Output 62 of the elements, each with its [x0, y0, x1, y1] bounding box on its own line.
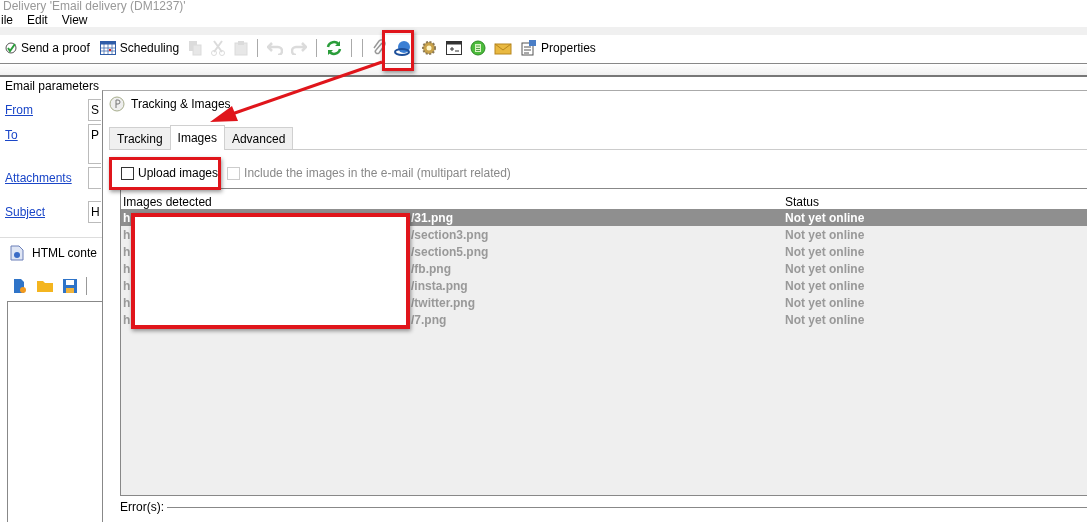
status-cell: Not yet online: [785, 295, 865, 310]
status-cell: Not yet online: [785, 227, 865, 242]
calculator-icon[interactable]: [470, 40, 487, 56]
url-cell: h: [123, 244, 131, 259]
status-cell: Not yet online: [785, 278, 865, 293]
input-field[interactable]: H: [88, 201, 101, 223]
menu-item[interactable]: Edit: [26, 13, 48, 27]
toolbar-button[interactable]: Scheduling: [94, 37, 185, 59]
document-icon: [10, 244, 24, 261]
url-cell: h: [123, 227, 131, 242]
save-icon[interactable]: [62, 278, 78, 294]
field-link[interactable]: To: [5, 124, 88, 142]
input-field[interactable]: S: [88, 99, 101, 121]
status-cell: Not yet online: [785, 261, 865, 276]
toolbar-button[interactable]: Properties: [516, 37, 601, 59]
window-icon[interactable]: [446, 41, 463, 55]
window-title: Delivery 'Email delivery (DM1237)': [3, 0, 186, 13]
checkbox-label[interactable]: Upload images: [138, 166, 219, 180]
tab[interactable]: Advanced: [223, 127, 294, 149]
tab[interactable]: Tracking: [109, 127, 171, 149]
status-cell: Not yet online: [785, 210, 865, 225]
url-cell: /twitter.png: [411, 295, 475, 310]
checkbox[interactable]: [121, 166, 134, 180]
input-field[interactable]: [88, 167, 101, 189]
url-cell: h: [123, 210, 131, 225]
column-header: Images detected: [123, 195, 213, 209]
app-icon: [109, 96, 125, 112]
errors-label: Error(s):: [120, 500, 164, 514]
status-cell: Not yet online: [785, 244, 865, 259]
tab[interactable]: Images: [169, 125, 225, 150]
folder-icon[interactable]: [36, 279, 54, 293]
status-cell: Not yet online: [785, 312, 865, 327]
input-field[interactable]: P: [88, 124, 101, 164]
calendar-icon: [99, 41, 116, 55]
menu-item[interactable]: View: [60, 13, 88, 27]
refresh-icon[interactable]: [326, 40, 343, 56]
url-cell: /section3.png: [411, 227, 489, 242]
gear-icon[interactable]: [420, 40, 439, 56]
menu-item[interactable]: ile: [0, 13, 13, 27]
field-link[interactable]: Subject: [5, 201, 88, 219]
new-file-icon[interactable]: [12, 277, 28, 295]
section-label: HTML conte: [32, 245, 97, 260]
properties-icon: [521, 40, 538, 56]
field-link[interactable]: From: [5, 99, 88, 117]
url-cell: h: [123, 278, 131, 293]
toolbar-button[interactable]: Send a proof: [0, 37, 95, 59]
dialog-title: Tracking & Images: [131, 97, 231, 111]
envelope-icon[interactable]: [494, 41, 513, 55]
url-cell: /fb.png: [411, 261, 451, 276]
url-cell: /section5.png: [411, 244, 489, 259]
url-cell: h: [123, 312, 131, 327]
url-cell: h: [123, 261, 131, 276]
field-link[interactable]: Attachments: [5, 167, 88, 185]
url-cell: /insta.png: [411, 278, 468, 293]
column-header: Status: [785, 195, 821, 209]
url-cell: /31.png: [411, 210, 453, 225]
group-title: Email parameters: [5, 79, 100, 93]
url-cell: h: [123, 295, 131, 310]
highlight-frame: [382, 30, 414, 71]
globe-icon[interactable]: [394, 40, 413, 56]
url-cell: /7.png: [411, 312, 447, 327]
check-icon: [5, 42, 17, 54]
